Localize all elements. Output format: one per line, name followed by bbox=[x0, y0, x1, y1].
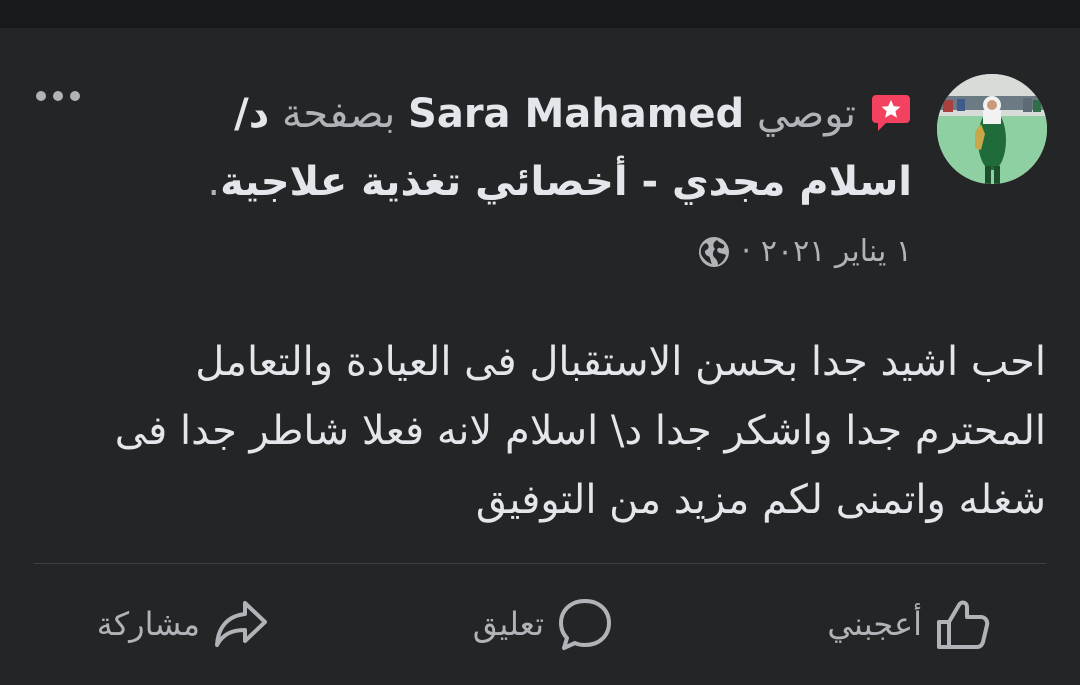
post-header: توصي Sara Mahamed بصفحة د/ اسلام مجدي - … bbox=[152, 80, 912, 216]
comment-label: تعليق bbox=[472, 605, 544, 643]
post-body: احب اشيد جدا بحسن الاستقبال فى العيادة و… bbox=[114, 339, 1046, 523]
post-date[interactable]: ١ يناير ٢٠٢١ bbox=[761, 232, 912, 272]
share-button[interactable]: مشاركة bbox=[97, 594, 270, 654]
globe-icon bbox=[699, 237, 730, 267]
header-period: . bbox=[207, 159, 221, 205]
divider bbox=[34, 563, 1046, 564]
meta-separator: · bbox=[741, 234, 751, 269]
like-label: أعجبني bbox=[827, 605, 922, 643]
comment-button[interactable]: تعليق bbox=[473, 594, 614, 654]
top-strip bbox=[0, 0, 1080, 8]
like-button[interactable]: أعجبني bbox=[827, 594, 992, 654]
author-name[interactable]: Sara Mahamed bbox=[408, 91, 744, 137]
share-label: مشاركة bbox=[96, 605, 200, 643]
avatar-photo bbox=[937, 74, 1047, 184]
recommendation-post-card: توصي Sara Mahamed بصفحة د/ اسلام مجدي - … bbox=[0, 28, 1080, 685]
thumbs-up-icon bbox=[937, 600, 990, 649]
page-prefix: بصفحة bbox=[281, 91, 396, 137]
post-meta: ١ يناير ٢٠٢١ · bbox=[697, 232, 912, 272]
avatar[interactable] bbox=[937, 74, 1047, 184]
recommend-star-icon bbox=[872, 95, 910, 131]
share-arrow-icon bbox=[215, 601, 267, 647]
more-options-icon[interactable] bbox=[34, 86, 82, 106]
comment-bubble-icon bbox=[559, 599, 611, 650]
recommend-verb: توصي bbox=[756, 91, 856, 137]
action-bar: أعجبني تعليق مشاركة bbox=[0, 594, 1080, 654]
